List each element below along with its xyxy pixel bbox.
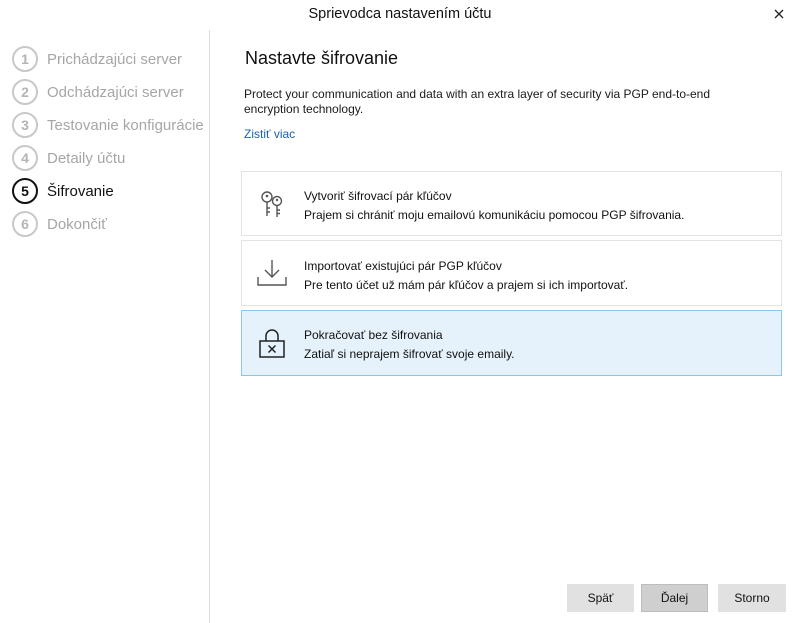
option-subtitle: Pre tento účet už mám pár kľúčov a praje… — [304, 278, 629, 292]
back-button[interactable]: Späť — [567, 584, 634, 612]
step-label: Šifrovanie — [47, 182, 114, 200]
page-description: Protect your communication and data with… — [244, 87, 711, 116]
unlocked-lock-icon — [259, 329, 285, 358]
title-bar: Sprievodca nastavením účtu — [0, 0, 800, 30]
step-finish: 6 Dokončiť — [12, 210, 107, 238]
step-number: 1 — [12, 46, 38, 72]
step-number: 5 — [12, 178, 38, 204]
step-number: 4 — [12, 145, 38, 171]
step-incoming-server: 1 Prichádzajúci server — [12, 45, 182, 73]
step-label: Prichádzajúci server — [47, 50, 183, 68]
page-title: Nastavte šifrovanie — [245, 48, 399, 68]
option-title: Pokračovať bez šifrovania — [304, 328, 443, 342]
keys-icon — [261, 190, 283, 217]
learn-more-link[interactable]: Zistiť viac — [244, 127, 295, 141]
step-label: Testovanie konfigurácie — [47, 116, 204, 134]
steps-sidebar: 1 Prichádzajúci server 2 Odchádzajúci se… — [0, 30, 210, 623]
step-label: Dokončiť — [47, 215, 107, 233]
step-number: 2 — [12, 79, 38, 105]
window-title: Sprievodca nastavením účtu — [308, 6, 492, 22]
step-test-configuration: 3 Testovanie konfigurácie — [12, 111, 204, 139]
step-number: 6 — [12, 211, 38, 237]
option-subtitle: Zatiaľ si neprajem šifrovať svoje emaily… — [304, 347, 515, 361]
close-icon — [774, 9, 784, 19]
option-title: Importovať existujúci pár PGP kľúčov — [304, 259, 502, 273]
step-encryption: 5 Šifrovanie — [12, 177, 114, 205]
step-label: Detaily účtu — [47, 149, 126, 167]
next-button[interactable]: Ďalej — [641, 584, 708, 612]
step-label: Odchádzajúci server — [47, 83, 184, 101]
option-subtitle: Prajem si chrániť moju emailovú komuniká… — [304, 208, 685, 222]
step-number: 3 — [12, 112, 38, 138]
option-title: Vytvoriť šifrovací pár kľúčov — [304, 189, 452, 203]
option-import-key-pair[interactable]: Importovať existujúci pár PGP kľúčov Pre… — [241, 240, 782, 306]
download-icon — [257, 260, 287, 286]
step-outgoing-server: 2 Odchádzajúci server — [12, 78, 184, 106]
option-create-key-pair[interactable]: Vytvoriť šifrovací pár kľúčov Prajem si … — [241, 171, 782, 236]
step-account-details: 4 Detaily účtu — [12, 144, 125, 172]
close-button[interactable] — [768, 3, 790, 25]
cancel-button[interactable]: Storno — [718, 584, 786, 612]
option-continue-without-encryption[interactable]: Pokračovať bez šifrovania Zatiaľ si nepr… — [241, 310, 782, 376]
